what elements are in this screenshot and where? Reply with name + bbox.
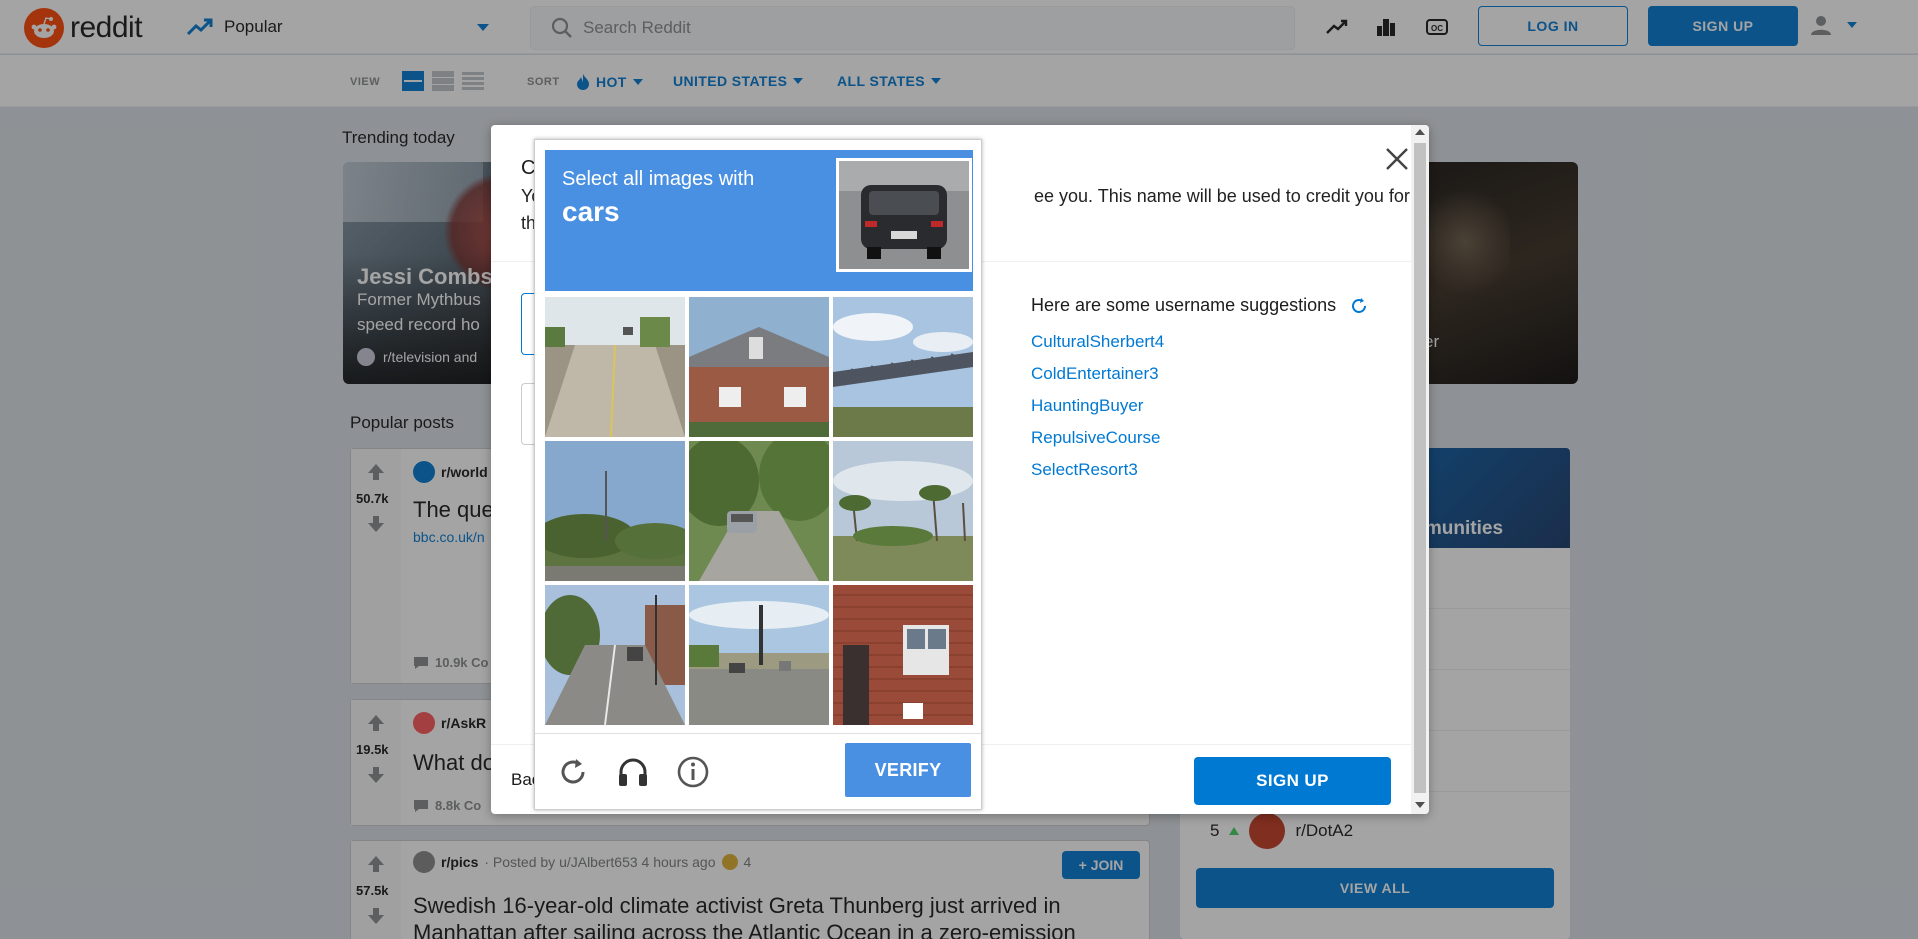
username-suggestion[interactable]: HauntingBuyer [1031,396,1143,416]
username-suggestion[interactable]: SelectResort3 [1031,460,1138,480]
captcha-tile[interactable] [833,441,973,581]
captcha-tile[interactable] [545,585,685,725]
captcha-tile[interactable] [689,297,829,437]
info-icon[interactable] [673,752,713,792]
verify-button[interactable]: VERIFY [845,743,971,797]
captcha-challenge: Select all images with cars VERIFY [534,139,982,810]
reload-icon[interactable] [553,752,593,792]
scrollbar-thumb[interactable] [1414,143,1426,793]
username-suggestion[interactable]: CulturalSherbert4 [1031,332,1164,352]
scroll-up-icon[interactable] [1415,129,1425,135]
captcha-tile[interactable] [833,297,973,437]
headphones-icon[interactable] [613,752,653,792]
captcha-target: cars [562,196,620,227]
captcha-tile[interactable] [545,297,685,437]
username-suggestion[interactable]: RepulsiveCourse [1031,428,1160,448]
captcha-tile[interactable] [689,585,829,725]
suggestions-title: Here are some username suggestions [1031,295,1368,316]
captcha-footer-divider [535,733,981,734]
captcha-tile[interactable] [545,441,685,581]
desc-fragment-right: ee you. This name will be used to credit… [1034,186,1410,206]
refresh-icon[interactable] [1350,297,1368,315]
close-icon[interactable] [1383,145,1411,173]
captcha-sample-image [836,158,972,272]
captcha-tile[interactable] [689,441,829,581]
suggestions-title-text: Here are some username suggestions [1031,295,1337,315]
username-suggestion[interactable]: ColdEntertainer3 [1031,364,1159,384]
captcha-grid [545,297,973,725]
captcha-header: Select all images with cars [545,150,973,291]
modal-scrollbar[interactable] [1411,125,1429,814]
captcha-tile[interactable] [833,585,973,725]
signup-button[interactable]: SIGN UP [1194,757,1391,805]
scroll-down-icon[interactable] [1415,802,1425,808]
captcha-instruction: Select all images with [562,168,755,190]
